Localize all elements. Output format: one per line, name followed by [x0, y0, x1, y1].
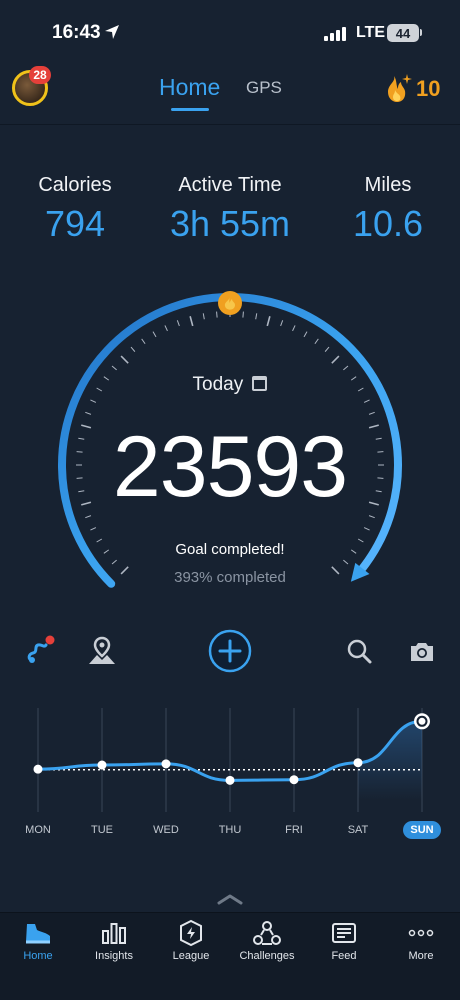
- search-icon[interactable]: [344, 636, 374, 666]
- ring-tick: [324, 346, 330, 352]
- goal-percent: 393% completed: [174, 569, 286, 586]
- chevron-up-icon[interactable]: [216, 892, 244, 906]
- ring-tick: [363, 399, 370, 403]
- day-label-wed[interactable]: WED: [141, 824, 191, 836]
- day-label-sun[interactable]: SUN: [403, 821, 441, 839]
- nav-league[interactable]: League: [153, 918, 229, 962]
- ring-tick: [368, 411, 375, 415]
- weekly-steps-chart[interactable]: [0, 700, 460, 820]
- ring-tick: [303, 331, 308, 338]
- nav-more[interactable]: More: [383, 918, 459, 962]
- nav-home[interactable]: Home: [0, 918, 76, 962]
- nav-label: League: [172, 950, 210, 962]
- day-label-fri[interactable]: FRI: [269, 824, 319, 836]
- streak-count: 10: [416, 76, 441, 101]
- ring-tick: [152, 331, 157, 338]
- chart-point[interactable]: [97, 760, 107, 770]
- ring-tick: [189, 316, 194, 327]
- nav-label: Insights: [95, 950, 133, 962]
- ring-tick: [164, 325, 168, 332]
- calendar-icon: [252, 376, 268, 391]
- chart-point[interactable]: [353, 758, 363, 768]
- ring-tick: [363, 527, 370, 531]
- status-time: 16:43: [52, 22, 101, 43]
- ring-tick: [85, 411, 92, 415]
- chart-point-center: [418, 717, 426, 725]
- add-activity-button[interactable]: [207, 628, 253, 674]
- ring-tick: [331, 355, 340, 364]
- ring-tick: [130, 346, 136, 352]
- more-icon: [383, 918, 459, 948]
- bar-chart-icon: [76, 918, 152, 948]
- stat-label: Active Time: [178, 174, 282, 196]
- tab-home-indicator: [171, 108, 209, 111]
- stat-active-time: Active Time 3h 55m: [155, 174, 305, 245]
- stat-calories: Calories 794: [0, 174, 150, 245]
- battery-tip: [420, 29, 422, 36]
- location-arrow-icon: [105, 25, 119, 39]
- ring-tick: [255, 313, 258, 320]
- stat-value: 3h 55m: [169, 203, 291, 244]
- battery-icon: 44: [387, 24, 419, 42]
- stat-label: Miles: [364, 174, 412, 196]
- day-label-sat[interactable]: SAT: [333, 824, 383, 836]
- nav-feed[interactable]: Feed: [306, 918, 382, 962]
- ring-tick: [90, 527, 97, 531]
- ring-tick: [141, 338, 146, 345]
- goal-flame-icon: [218, 291, 242, 315]
- step-count: 23593: [112, 419, 348, 515]
- league-icon: [153, 918, 229, 948]
- chart-point[interactable]: [289, 775, 299, 785]
- goal-status: Goal completed!: [175, 541, 285, 558]
- header-divider: [0, 124, 460, 125]
- ring-tick: [314, 338, 319, 345]
- chart-point[interactable]: [33, 764, 43, 774]
- day-label-mon[interactable]: MON: [13, 824, 63, 836]
- nav-label: More: [408, 950, 434, 962]
- ring-tick: [120, 355, 129, 364]
- chart-point[interactable]: [225, 775, 235, 785]
- map-pin-icon[interactable]: [86, 634, 118, 666]
- ring-tick: [242, 311, 244, 318]
- chart-point[interactable]: [161, 759, 171, 769]
- nav-label: Home: [23, 950, 53, 962]
- network-type: LTE: [356, 24, 386, 41]
- stat-label: Calories: [38, 174, 112, 196]
- ring-tick: [343, 559, 349, 565]
- nav-label: Feed: [331, 950, 357, 962]
- nav-challenges[interactable]: Challenges: [229, 918, 305, 962]
- ring-tick: [176, 320, 180, 327]
- camera-icon[interactable]: [407, 636, 437, 666]
- ring-tick: [266, 316, 271, 327]
- ring-tick: [111, 365, 117, 371]
- tab-home[interactable]: Home: [159, 74, 220, 101]
- route-icon[interactable]: [24, 634, 56, 666]
- challenges-icon: [229, 918, 305, 948]
- notification-badge: 28: [29, 66, 51, 84]
- ring-tick: [216, 311, 218, 318]
- shoe-icon: [0, 918, 76, 948]
- nav-insights[interactable]: Insights: [76, 918, 152, 962]
- today-label-row[interactable]: Today: [0, 374, 460, 396]
- day-label-tue[interactable]: TUE: [77, 824, 127, 836]
- ring-tick: [280, 320, 284, 327]
- flame-icon[interactable]: [381, 72, 413, 104]
- cellular-signal-icon: [324, 27, 346, 41]
- stat-value: 10.6: [352, 203, 424, 244]
- feed-icon: [306, 918, 382, 948]
- ring-tick: [202, 313, 205, 320]
- ring-tick: [343, 365, 349, 371]
- ring-tick: [111, 559, 117, 565]
- ring-tick: [90, 399, 97, 403]
- stat-miles: Miles 10.6: [313, 174, 460, 245]
- tab-gps[interactable]: GPS: [246, 78, 282, 98]
- nav-label: Challenges: [239, 950, 295, 962]
- day-label-thu[interactable]: THU: [205, 824, 255, 836]
- today-label: Today: [192, 374, 244, 395]
- stat-value: 794: [44, 203, 106, 244]
- ring-tick: [292, 325, 296, 332]
